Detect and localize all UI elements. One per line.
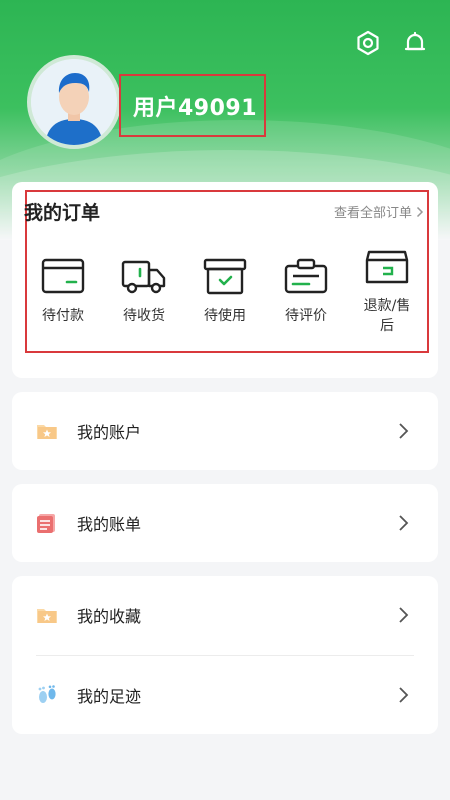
menu-item-label: 我的足迹 (77, 687, 142, 706)
orders-card: 我的订单 查看全部订单 待付款 待收货 待使用 待评价 退款/售后 (12, 182, 438, 378)
order-pending-payment[interactable]: 待付款 (28, 254, 98, 326)
menu-card-collection: 我的收藏 我的足迹 (12, 576, 438, 734)
order-label: 待付款 (42, 308, 84, 324)
return-box-icon (365, 250, 409, 284)
chevron-right-icon (399, 687, 409, 703)
order-label: 待收货 (123, 308, 165, 324)
clipboard-icon (284, 258, 328, 294)
username[interactable]: 用户49091 (133, 90, 257, 122)
view-all-orders-link[interactable]: 查看全部订单 (334, 202, 424, 221)
menu-item-footprint[interactable]: 我的足迹 (12, 656, 438, 734)
order-label: 待使用 (204, 308, 246, 324)
order-label: 退款/售后 (363, 298, 411, 334)
chevron-right-icon (399, 423, 409, 439)
folder-star-icon (37, 609, 57, 623)
chevron-right-icon (416, 206, 424, 217)
user-avatar-icon (31, 59, 117, 145)
orders-title: 我的订单 (24, 202, 101, 224)
truck-icon (121, 260, 166, 294)
chevron-right-icon (399, 515, 409, 531)
chevron-right-icon (399, 607, 409, 623)
order-refund-aftersale[interactable]: 退款/售后 (352, 244, 422, 336)
bell-icon[interactable] (402, 30, 428, 56)
menu-item-account[interactable]: 我的账户 (12, 392, 438, 470)
view-all-orders-label: 查看全部订单 (333, 206, 412, 221)
settings-icon[interactable] (355, 30, 381, 56)
bill-icon (37, 514, 55, 533)
menu-item-favorites[interactable]: 我的收藏 (12, 576, 438, 654)
username-highlight: 用户49091 (119, 74, 266, 137)
menu-item-bill[interactable]: 我的账单 (12, 484, 438, 562)
menu-item-label: 我的收藏 (77, 607, 142, 626)
menu-item-label: 我的账单 (77, 515, 142, 534)
folder-star-icon (37, 425, 57, 439)
avatar[interactable] (27, 55, 121, 149)
order-to-review[interactable]: 待评价 (271, 254, 341, 326)
box-check-icon (203, 258, 247, 295)
order-to-use[interactable]: 待使用 (190, 254, 260, 326)
order-label: 待评价 (285, 308, 327, 324)
footprint-icon (38, 685, 56, 703)
menu-item-label: 我的账户 (77, 423, 142, 442)
card-icon (41, 258, 85, 294)
order-pending-receipt[interactable]: 待收货 (109, 254, 179, 326)
menu-card-bill: 我的账单 (12, 484, 438, 562)
menu-card-account: 我的账户 (12, 392, 438, 470)
